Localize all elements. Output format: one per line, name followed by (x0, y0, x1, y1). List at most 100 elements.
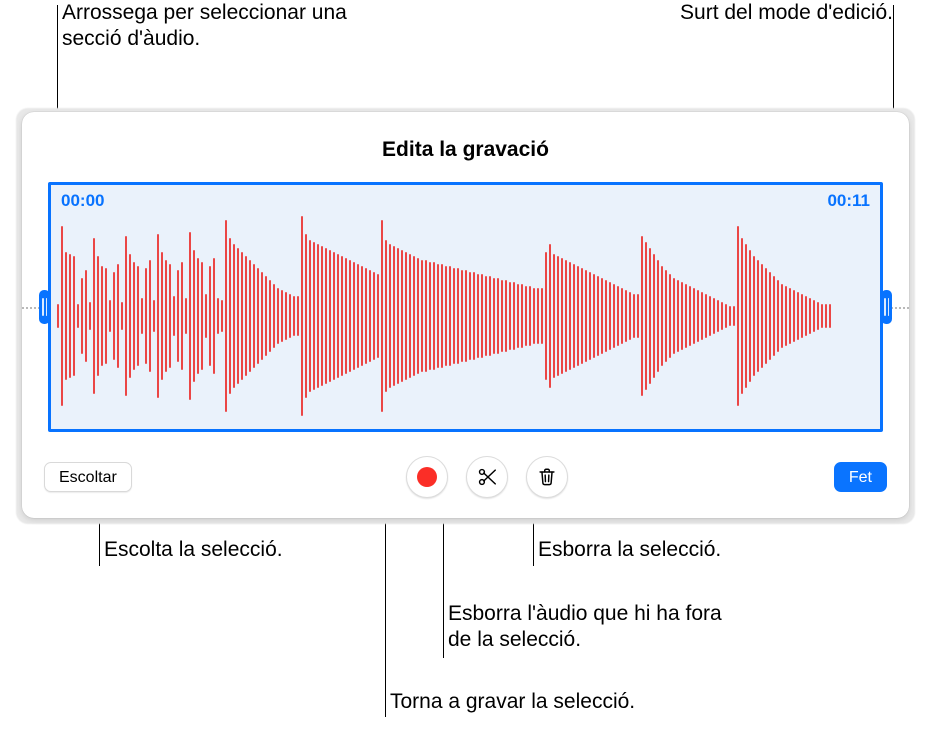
waveform-bar (393, 246, 395, 386)
waveform-bar (397, 248, 399, 384)
waveform-bar (73, 256, 75, 376)
waveform-bar (433, 262, 435, 370)
done-button[interactable]: Fet (834, 462, 887, 492)
waveform-bar (497, 278, 499, 354)
waveform-bar (201, 262, 203, 370)
waveform-bar (429, 262, 431, 370)
waveform-bar (333, 252, 335, 380)
waveform-bar (501, 280, 503, 352)
waveform-bar (533, 288, 535, 344)
waveform-bar (249, 260, 251, 372)
callout-delete-selection: Esborra la selecció. (538, 537, 788, 563)
record-icon (417, 467, 437, 487)
waveform-bar (613, 284, 615, 348)
waveform-bar (597, 276, 599, 356)
waveform-bar (337, 254, 339, 378)
waveform-bar (817, 302, 819, 330)
callout-rerecord: Torna a gravar la selecció. (390, 689, 740, 715)
waveform-bar (365, 268, 367, 364)
waveform-bar (637, 294, 639, 338)
waveform-bar (65, 252, 67, 380)
waveform-bar (769, 272, 771, 360)
waveform-bar (605, 280, 607, 352)
waveform-bar (465, 270, 467, 362)
waveform-bar (757, 260, 759, 372)
callout-drag-select: Arrossega per seleccionar una secció d'à… (62, 0, 352, 53)
leader-line (385, 502, 386, 717)
waveform-bar (661, 266, 663, 366)
waveform-bar (221, 300, 223, 332)
waveform-bar (557, 256, 559, 376)
waveform-bar (273, 284, 275, 348)
waveform-bar (565, 260, 567, 372)
delete-button[interactable] (526, 456, 568, 498)
editor-toolbar: Escoltar Fet (44, 456, 887, 498)
waveform-bar (97, 256, 99, 376)
listen-button[interactable]: Escoltar (44, 462, 132, 492)
waveform-bar (69, 254, 71, 378)
selection-end-time: 00:11 (827, 191, 870, 211)
waveform-bar (733, 306, 735, 326)
waveform-bar (401, 250, 403, 382)
waveform-bar (81, 278, 83, 354)
waveform-bar (777, 280, 779, 352)
waveform-bar (601, 278, 603, 354)
waveform-bar (285, 292, 287, 340)
waveform-bar (121, 302, 123, 330)
waveform-area[interactable]: 00:00 00:11 (48, 182, 883, 432)
waveform-bar (781, 284, 783, 348)
waveform-bar (445, 266, 447, 366)
waveform-bar (317, 244, 319, 388)
waveform-bar (213, 258, 215, 374)
waveform-bar (809, 298, 811, 334)
waveform-bar (721, 302, 723, 330)
waveform-bar (569, 262, 571, 370)
waveform-bar (689, 286, 691, 346)
waveform-bar (321, 246, 323, 386)
waveform-bar (377, 274, 379, 358)
waveform-bar (773, 276, 775, 356)
waveform-bar (165, 260, 167, 372)
waveform-bar (717, 300, 719, 332)
selection-handle-left[interactable] (39, 290, 50, 324)
waveform-bar (813, 300, 815, 332)
waveform-bar (113, 272, 115, 360)
waveform-bar (621, 288, 623, 344)
waveform-bar (281, 290, 283, 342)
waveform-bar (737, 226, 739, 406)
trim-button[interactable] (466, 456, 508, 498)
waveform-bar (125, 236, 127, 396)
waveform-bar (309, 240, 311, 392)
waveform-bar (237, 248, 239, 384)
waveform-bar (289, 294, 291, 338)
waveform-bar (525, 286, 527, 346)
waveform-bar (77, 304, 79, 328)
waveform-bar (93, 238, 95, 394)
waveform-bar (821, 304, 823, 328)
waveform-bar (505, 280, 507, 352)
waveform-bar (425, 260, 427, 372)
waveform-bar (437, 264, 439, 368)
waveform-bar (109, 300, 111, 332)
rerecord-button[interactable] (406, 456, 448, 498)
waveform-bar (541, 288, 543, 344)
waveform-bar (629, 292, 631, 340)
selection-handle-right[interactable] (881, 290, 892, 324)
waveform-bar (357, 264, 359, 368)
waveform-bar (137, 266, 139, 366)
waveform-bar (85, 270, 87, 362)
waveform-bar (653, 254, 655, 378)
waveform-bar (181, 262, 183, 370)
waveform-bar (209, 266, 211, 366)
waveform-bar (117, 264, 119, 368)
waveform-bar (649, 248, 651, 384)
waveform-bar (469, 272, 471, 360)
waveform-bar (253, 264, 255, 368)
waveform-bar (477, 274, 479, 358)
waveform-bar (805, 296, 807, 336)
waveform-bar (129, 254, 131, 378)
waveform-bar (261, 272, 263, 360)
waveform-bar (173, 296, 175, 336)
selection-range[interactable]: 00:00 00:11 (48, 182, 883, 432)
waveform-bar (185, 298, 187, 334)
